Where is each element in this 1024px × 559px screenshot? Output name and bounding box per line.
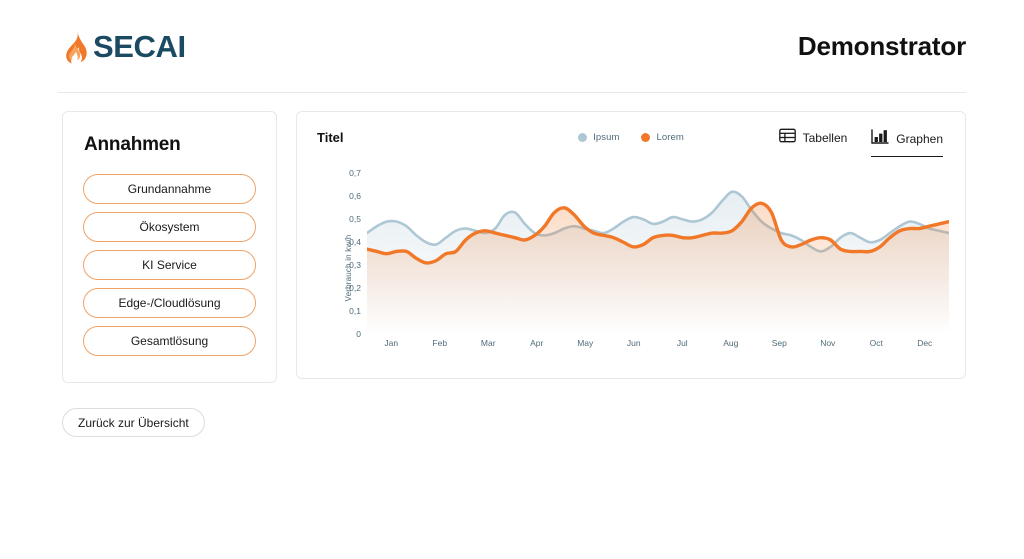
y-tick-label: 0,3 (349, 260, 361, 271)
header-divider (58, 92, 966, 93)
legend-dot-ipsum (578, 133, 588, 142)
y-tick-label: 0 (356, 329, 361, 339)
assumptions-title: Annahmen (84, 134, 181, 155)
sidebar-item-ki-service[interactable]: KI Service (83, 250, 256, 280)
y-tick-label: 0,6 (349, 191, 361, 202)
x-tick-label: Apr (530, 338, 544, 348)
y-axis-ticks: 0 0,1 0,2 0,3 0,4 0,5 0,6 0,7 (335, 162, 361, 339)
tab-tabellen-label: Tabellen (802, 131, 848, 145)
sidebar-item-edge-cloudloesung[interactable]: Edge-/Cloudlösung (83, 288, 256, 318)
x-tick-label: Dec (917, 338, 933, 348)
x-tick-label: Aug (723, 338, 739, 348)
sidebar-item-grundannahme[interactable]: Grundannahme (83, 174, 256, 204)
chart-panel: Titel Tabellen Graphen Ipsum Lorem Verbr… (296, 111, 966, 379)
assumptions-panel: Annahmen Grundannahme Ökosystem KI Servi… (62, 111, 277, 383)
x-tick-label: Feb (432, 338, 448, 348)
chart-plot: Verbrauch in kw/h 0 0,1 0,2 0,3 0,4 0,5 0,6 0,7… (313, 162, 951, 374)
x-tick-label: Sep (771, 338, 787, 348)
y-tick-label: 0,5 (349, 214, 361, 225)
legend-item-lorem[interactable]: Lorem (641, 132, 684, 143)
tab-tabellen[interactable]: Tabellen (778, 128, 848, 156)
x-axis-ticks: Jan Feb Mar Apr May Jun Jul Aug Sep Nov Oct Dec (367, 338, 949, 354)
x-tick-label: Nov (820, 338, 836, 348)
chart-series-area (367, 162, 949, 334)
x-tick-label: Oct (869, 338, 883, 348)
y-tick-label: 0,1 (349, 306, 361, 317)
y-tick-label: 0,7 (349, 168, 361, 179)
chart-title: Titel (317, 130, 344, 145)
brand-logo: SECAI (62, 29, 186, 65)
back-to-overview-button[interactable]: Zurück zur Übersicht (62, 408, 205, 437)
flame-icon (62, 30, 88, 64)
main-content: Annahmen Grundannahme Ökosystem KI Servi… (0, 93, 1024, 383)
legend-label-ipsum: Ipsum (593, 132, 620, 143)
tab-graphen-label: Graphen (896, 131, 943, 146)
x-tick-label: May (577, 338, 594, 348)
x-tick-label: Jul (676, 338, 688, 348)
chart-toolbar: Titel Tabellen Graphen (313, 128, 951, 160)
tab-graphen[interactable]: Graphen (871, 128, 943, 157)
legend-item-ipsum[interactable]: Ipsum (578, 132, 619, 143)
sidebar-item-oekosystem[interactable]: Ökosystem (83, 212, 256, 242)
legend-dot-lorem (641, 133, 651, 142)
table-icon (778, 128, 796, 148)
page-title: Demonstrator (797, 31, 966, 61)
y-tick-label: 0,4 (349, 237, 361, 248)
x-tick-label: Jun (626, 338, 641, 348)
y-tick-label: 0,2 (349, 283, 361, 294)
view-mode-tabs: Tabellen Graphen (778, 128, 943, 157)
logo-text: SECAI (93, 28, 186, 64)
app-header: SECAI Demonstrator (0, 0, 1024, 93)
sidebar-item-gesamtloesung[interactable]: Gesamtlösung (83, 326, 256, 356)
x-tick-label: Jan (384, 338, 399, 348)
legend-label-lorem: Lorem (656, 132, 684, 143)
x-tick-label: Mar (480, 338, 496, 348)
bar-chart-icon (871, 128, 889, 149)
